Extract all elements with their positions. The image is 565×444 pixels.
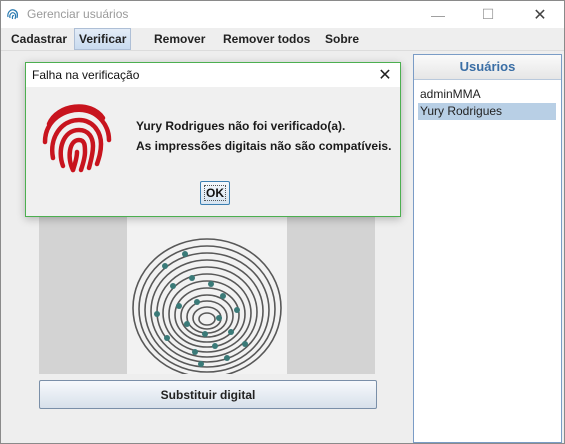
menu-sobre[interactable]: Sobre bbox=[321, 29, 363, 49]
main-window: Gerenciar usuários — ☐ ✕ Cadastrar Verif… bbox=[0, 0, 565, 444]
fingerprint-scan-icon bbox=[127, 214, 287, 374]
minimize-button[interactable]: — bbox=[415, 1, 461, 28]
menu-remover-todos[interactable]: Remover todos bbox=[219, 29, 314, 49]
fingerprint-app-icon bbox=[7, 9, 18, 20]
menu-cadastrar[interactable]: Cadastrar bbox=[7, 29, 71, 49]
ok-button[interactable]: OK bbox=[200, 181, 230, 205]
dialog-title: Falha na verificação bbox=[32, 68, 140, 82]
user-list-item[interactable]: adminMMA bbox=[418, 86, 556, 103]
replace-fingerprint-button[interactable]: Substituir digital bbox=[39, 380, 377, 409]
maximize-button[interactable]: ☐ bbox=[465, 1, 511, 28]
ok-button-label: OK bbox=[204, 185, 226, 201]
title-bar: Gerenciar usuários — ☐ ✕ bbox=[1, 1, 564, 28]
dialog-message-line2: As impressões digitais não são compatíve… bbox=[136, 139, 392, 153]
fingerprint-image bbox=[127, 214, 287, 374]
menu-remover[interactable]: Remover bbox=[150, 29, 209, 49]
dialog-title-bar: Falha na verificação ✕ bbox=[26, 63, 400, 87]
menu-verificar[interactable]: Verificar bbox=[74, 28, 132, 50]
fingerprint-icon bbox=[42, 104, 112, 173]
verification-failed-dialog: Falha na verificação ✕ Yury Rodrigues nã… bbox=[25, 62, 401, 217]
users-header: Usuários bbox=[414, 55, 561, 80]
user-list-item[interactable]: Yury Rodrigues bbox=[418, 103, 556, 120]
users-panel: Usuários adminMMA Yury Rodrigues bbox=[413, 54, 562, 443]
close-button[interactable]: ✕ bbox=[517, 1, 563, 28]
window-title: Gerenciar usuários bbox=[27, 7, 129, 21]
menu-bar: Cadastrar Verificar Remover Remover todo… bbox=[1, 28, 564, 51]
dialog-close-icon[interactable]: ✕ bbox=[372, 63, 398, 87]
dialog-message-line1: Yury Rodrigues não foi verificado(a). bbox=[136, 119, 346, 133]
